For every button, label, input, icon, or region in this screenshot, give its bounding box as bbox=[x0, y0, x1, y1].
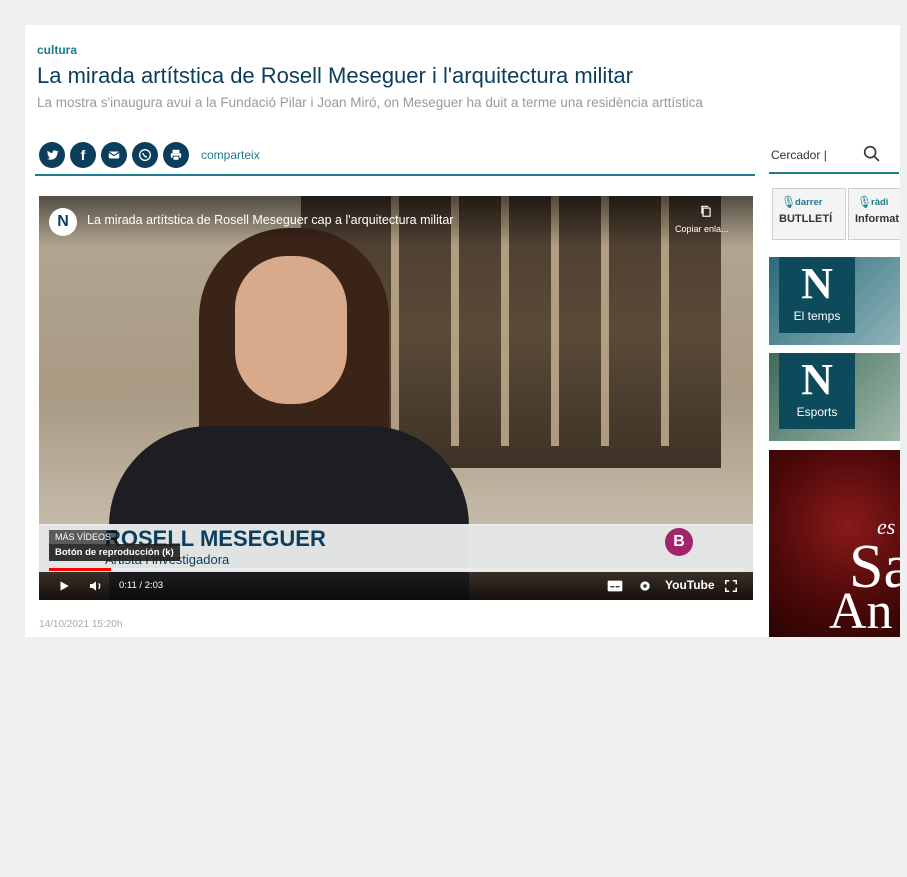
article-subtitle: La mostra s'inaugura avui a la Fundació … bbox=[37, 95, 703, 110]
promo-label: El temps bbox=[793, 309, 841, 323]
promo-esports[interactable]: N Esports bbox=[769, 353, 900, 441]
video-subject-face bbox=[235, 256, 347, 404]
promo-logo-letter: N bbox=[801, 259, 833, 308]
play-button[interactable] bbox=[53, 572, 75, 600]
time-display: 0:11 / 2:03 bbox=[119, 580, 164, 591]
promo-el-temps[interactable]: N El temps bbox=[769, 257, 900, 345]
search-label[interactable]: Cercador | bbox=[771, 148, 827, 162]
radio-button[interactable]: 🎙 ràdi Informat bbox=[848, 188, 900, 240]
volume-button[interactable] bbox=[85, 572, 107, 600]
more-videos-label[interactable]: MÁS VÍDEOS bbox=[49, 530, 118, 544]
twitter-icon[interactable] bbox=[39, 142, 65, 168]
butlleti-label: BUTLLETÍ bbox=[779, 213, 833, 225]
email-icon[interactable] bbox=[101, 142, 127, 168]
whatsapp-icon[interactable] bbox=[132, 142, 158, 168]
share-label[interactable]: comparteix bbox=[201, 148, 260, 162]
copy-link-label[interactable]: Copiar enla... bbox=[675, 224, 729, 234]
section-label[interactable]: cultura bbox=[37, 43, 77, 57]
microphone-icon: 🎙 bbox=[781, 195, 797, 209]
facebook-glyph: f bbox=[80, 147, 86, 163]
search-box[interactable]: Cercador | bbox=[769, 139, 899, 174]
article-title: La mirada artítstica de Rosell Meseguer … bbox=[37, 63, 633, 88]
settings-button[interactable] bbox=[635, 572, 655, 600]
progress-fill bbox=[49, 568, 112, 571]
microphone-icon: 🎙 bbox=[857, 195, 873, 209]
advertisement-banner[interactable]: es Sa An bbox=[769, 450, 900, 637]
radio-top-label: ràdi bbox=[871, 197, 889, 208]
promo-logo-letter: N bbox=[801, 355, 833, 404]
channel-logo[interactable]: N bbox=[49, 208, 77, 236]
article-page: cultura La mirada artítstica de Rosell M… bbox=[25, 25, 900, 637]
fullscreen-button[interactable] bbox=[721, 572, 741, 600]
subtitles-icon bbox=[607, 580, 623, 592]
facebook-icon[interactable]: f bbox=[70, 142, 96, 168]
gear-icon bbox=[640, 581, 650, 591]
progress-bar[interactable] bbox=[49, 568, 743, 571]
subtitles-button[interactable] bbox=[605, 572, 625, 600]
volume-icon bbox=[90, 581, 101, 591]
butlleti-top-label: darrer bbox=[795, 197, 823, 208]
radio-label: Informat bbox=[855, 213, 899, 225]
play-tooltip: Botón de reproducción (k) bbox=[49, 544, 180, 561]
play-icon bbox=[60, 581, 69, 591]
copy-link-icon[interactable] bbox=[699, 204, 713, 218]
fullscreen-icon bbox=[725, 580, 737, 592]
video-title[interactable]: La mirada artítstica de Rosell Meseguer … bbox=[87, 213, 453, 227]
promo-label: Esports bbox=[796, 405, 838, 419]
promo-tile: N El temps bbox=[779, 257, 855, 333]
ad-text-line3: An bbox=[829, 583, 893, 638]
youtube-logo[interactable]: YouTube bbox=[665, 578, 715, 592]
butlleti-button[interactable]: 🎙 darrer BUTLLETÍ bbox=[772, 188, 846, 240]
share-bar: f comparteix bbox=[35, 139, 755, 176]
print-icon[interactable] bbox=[163, 142, 189, 168]
promo-tile: N Esports bbox=[779, 353, 855, 429]
youtube-player[interactable]: ROSELL MESEGUER Artista i investigadora … bbox=[39, 196, 753, 600]
publish-date: 14/10/2021 15:20h bbox=[39, 619, 123, 630]
search-icon[interactable] bbox=[861, 143, 883, 165]
player-controls: 0:11 / 2:03 YouTube bbox=[39, 572, 753, 600]
broadcaster-logo: B bbox=[665, 528, 693, 556]
